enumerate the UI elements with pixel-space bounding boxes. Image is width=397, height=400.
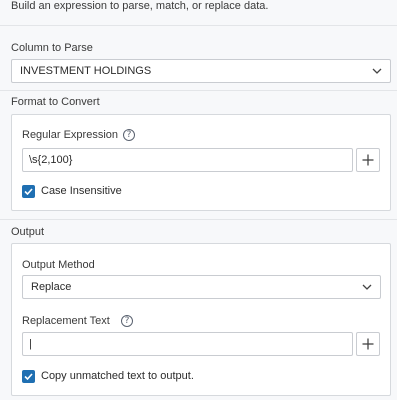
case-insensitive-label[interactable]: Case Insensitive <box>41 185 122 197</box>
column-to-parse-select[interactable]: INVESTMENT HOLDINGS <box>11 59 391 83</box>
chevron-down-icon <box>372 68 382 74</box>
divider <box>0 90 397 91</box>
chevron-down-icon <box>362 284 372 290</box>
tool-description: Build an expression to parse, match, or … <box>11 0 269 12</box>
help-icon[interactable]: ? <box>121 315 133 327</box>
regex-input-value: \s{2,100} <box>29 154 73 166</box>
output-method-select[interactable]: Replace <box>22 275 381 299</box>
output-method-label: Output Method <box>22 259 95 271</box>
regex-input[interactable]: \s{2,100} <box>22 148 353 172</box>
plus-icon <box>362 338 374 350</box>
output-group: Output Method Replace Replacement Text ?… <box>11 243 391 396</box>
plus-icon <box>362 154 374 166</box>
copy-unmatched-label[interactable]: Copy unmatched text to output. <box>41 370 194 382</box>
column-to-parse-value: INVESTMENT HOLDINGS <box>20 65 152 77</box>
regex-label: Regular Expression <box>22 129 118 141</box>
divider <box>0 25 397 26</box>
checkmark-icon <box>24 373 33 380</box>
format-to-convert-group: Regular Expression ? \s{2,100} Case Inse… <box>11 114 391 211</box>
add-regex-token-button[interactable] <box>356 148 380 172</box>
output-label: Output <box>11 226 45 238</box>
column-to-parse-label: Column to Parse <box>11 42 93 54</box>
replacement-text-value: | <box>29 338 32 350</box>
case-insensitive-checkbox[interactable] <box>22 185 35 198</box>
parse-tool-config-panel: Build an expression to parse, match, or … <box>0 0 397 400</box>
divider <box>0 219 397 220</box>
copy-unmatched-checkbox[interactable] <box>22 370 35 383</box>
help-icon[interactable]: ? <box>123 129 135 141</box>
format-to-convert-label: Format to Convert <box>11 96 100 108</box>
replacement-text-input[interactable]: | <box>22 332 353 356</box>
output-method-value: Replace <box>31 281 72 293</box>
replacement-text-label: Replacement Text <box>22 315 110 327</box>
add-replacement-token-button[interactable] <box>356 332 380 356</box>
checkmark-icon <box>24 188 33 195</box>
